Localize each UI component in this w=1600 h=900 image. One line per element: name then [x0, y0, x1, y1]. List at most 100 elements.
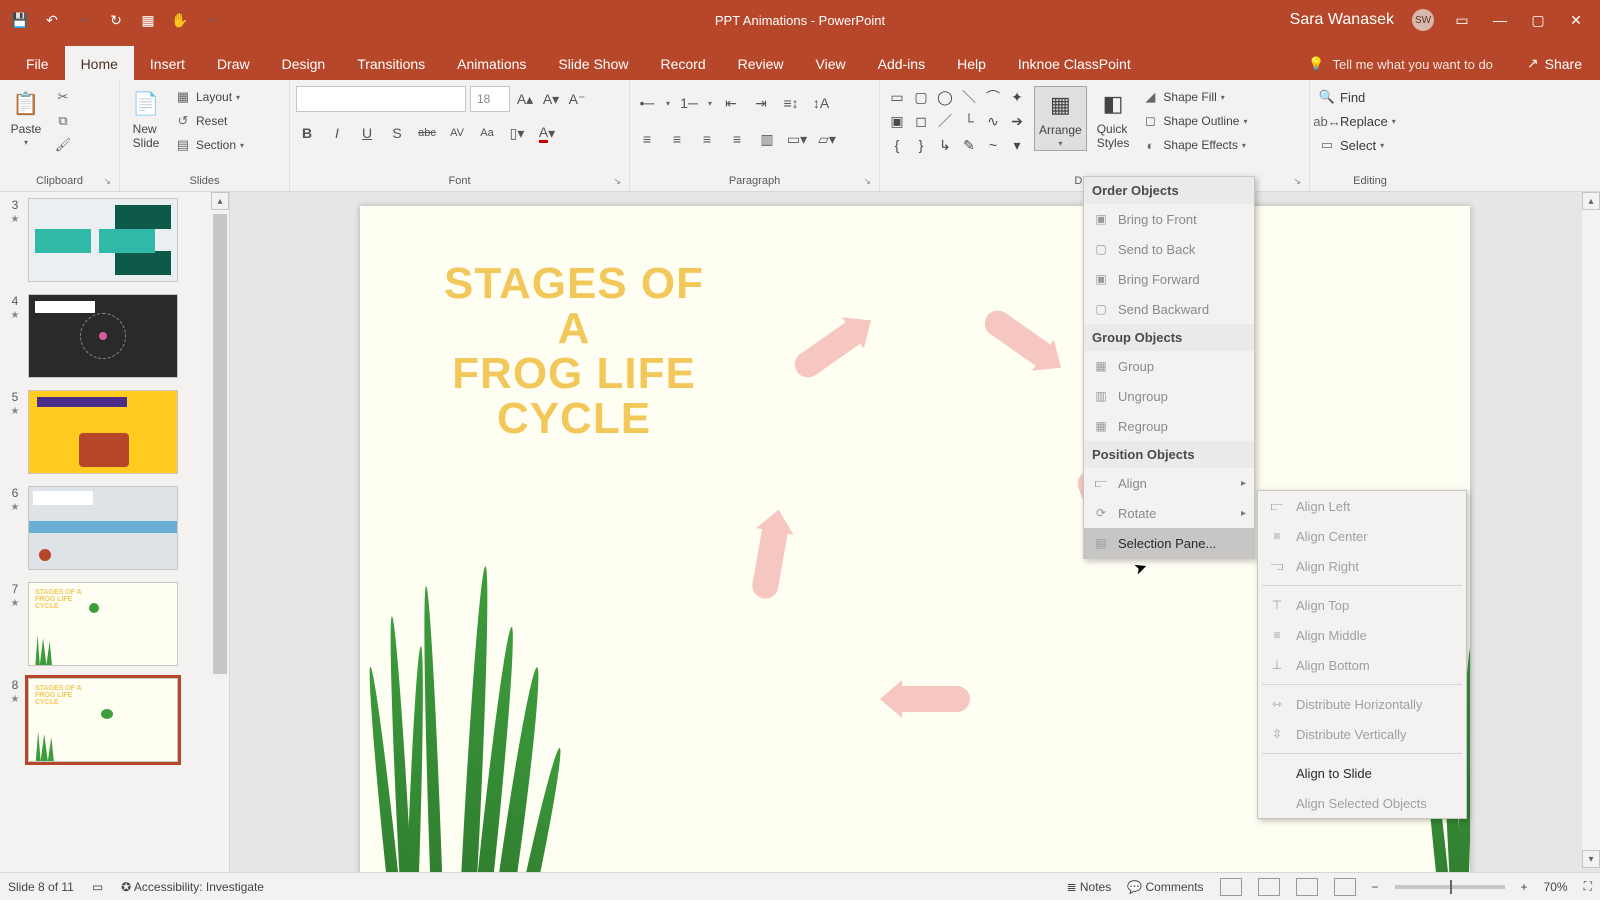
menu-bring-forward[interactable]: ▣Bring Forward — [1084, 264, 1254, 294]
dialog-launcher-icon[interactable]: ↘ — [613, 176, 621, 187]
shape-curve-icon[interactable]: ∿ — [982, 110, 1004, 132]
cut-button[interactable]: ✂ — [52, 86, 74, 108]
menu-distribute-horizontally[interactable]: ⇿Distribute Horizontally — [1258, 689, 1466, 719]
thumbnail-slide-8[interactable]: 8★ STAGES OF AFROG LIFECYCLE — [0, 672, 229, 768]
language-status-icon[interactable]: ▭ — [92, 880, 103, 894]
font-size-input[interactable]: 18 — [470, 86, 510, 112]
slide-title-text[interactable]: STAGES OF A FROG LIFE CYCLE — [424, 262, 724, 442]
tab-home[interactable]: Home — [65, 46, 134, 80]
thumbnail-slide-5[interactable]: 5★ — [0, 384, 229, 480]
underline-button[interactable]: U — [356, 122, 378, 144]
zoom-level[interactable]: 70% — [1544, 880, 1568, 894]
qat-customize-icon[interactable]: ▾ — [202, 10, 222, 30]
menu-align-top[interactable]: ⊤Align Top — [1258, 590, 1466, 620]
menu-send-backward[interactable]: ▢Send Backward — [1084, 294, 1254, 324]
tab-view[interactable]: View — [800, 46, 862, 80]
notes-button[interactable]: ≣ Notes — [1066, 880, 1111, 894]
tab-draw[interactable]: Draw — [201, 46, 266, 80]
menu-rotate[interactable]: ⟳Rotate▸ — [1084, 498, 1254, 528]
shape-line-icon[interactable]: ＼ — [958, 86, 980, 108]
zoom-in-button[interactable]: + — [1521, 880, 1528, 894]
change-case-button[interactable]: Aa — [476, 122, 498, 144]
scroll-up-icon[interactable]: ▴ — [211, 192, 229, 210]
font-color-button[interactable]: A▾ — [536, 122, 558, 144]
tab-inknoe-classpoint[interactable]: Inknoe ClassPoint — [1002, 46, 1147, 80]
shape-scribble-icon[interactable]: ~ — [982, 134, 1004, 156]
shape-connector-icon[interactable]: ↳ — [934, 134, 956, 156]
menu-align-center[interactable]: ≡Align Center — [1258, 521, 1466, 551]
close-icon[interactable]: ✕ — [1566, 10, 1586, 30]
redo-icon[interactable]: ↻ — [106, 10, 126, 30]
copy-button[interactable]: ⧉ — [52, 110, 74, 132]
layout-button[interactable]: ▦Layout▾ — [172, 86, 246, 108]
tab-add-ins[interactable]: Add-ins — [862, 46, 941, 80]
font-name-input[interactable] — [296, 86, 466, 112]
thumbnail-slide-3[interactable]: 3★ — [0, 192, 229, 288]
bold-button[interactable]: B — [296, 122, 318, 144]
shape-elbow-icon[interactable]: └ — [958, 110, 980, 132]
shape-outline-button[interactable]: ◻Shape Outline▾ — [1139, 110, 1249, 132]
shape-more-icon[interactable]: ▾ — [1006, 134, 1028, 156]
shape-brace-icon[interactable]: { — [886, 134, 908, 156]
tab-design[interactable]: Design — [266, 46, 342, 80]
reading-view-icon[interactable] — [1296, 878, 1318, 896]
align-center-button[interactable]: ≡ — [666, 128, 688, 150]
shape-roundrect-icon[interactable]: ▢ — [910, 86, 932, 108]
scroll-track[interactable] — [211, 210, 229, 882]
tab-file[interactable]: File — [10, 46, 65, 80]
menu-align-middle[interactable]: ≡Align Middle — [1258, 620, 1466, 650]
thumbnail-slide-6[interactable]: 6★ — [0, 480, 229, 576]
start-from-beginning-icon[interactable]: ▦ — [138, 10, 158, 30]
shape-rect-icon[interactable]: ▭ — [886, 86, 908, 108]
user-name[interactable]: Sara Wanasek — [1290, 11, 1394, 29]
cycle-arrow-shape[interactable] — [790, 315, 870, 382]
tab-slide-show[interactable]: Slide Show — [542, 46, 644, 80]
shape-callout-icon[interactable]: ◻ — [910, 110, 932, 132]
zoom-out-button[interactable]: − — [1372, 880, 1379, 894]
comments-button[interactable]: 💬 Comments — [1127, 880, 1203, 894]
zoom-slider[interactable] — [1395, 885, 1505, 889]
shape-brace2-icon[interactable]: } — [910, 134, 932, 156]
sorter-view-icon[interactable] — [1258, 878, 1280, 896]
thumbnail-slide-7[interactable]: 7★ STAGES OF AFROG LIFECYCLE — [0, 576, 229, 672]
align-text-button[interactable]: ▭▾ — [786, 128, 808, 150]
dialog-launcher-icon[interactable]: ↘ — [103, 176, 111, 187]
decrease-indent-button[interactable]: ⇤ — [720, 92, 742, 114]
columns-button[interactable]: ▥ — [756, 128, 778, 150]
shape-textbox-icon[interactable]: ▣ — [886, 110, 908, 132]
paste-button[interactable]: 📋 Paste ▾ — [6, 86, 46, 149]
reset-button[interactable]: ↺Reset — [172, 110, 246, 132]
shape-arrow-icon[interactable]: ➔ — [1006, 110, 1028, 132]
scroll-down-icon[interactable]: ▾ — [1582, 850, 1600, 868]
char-spacing-button[interactable]: AV — [446, 122, 468, 144]
avatar[interactable]: SW — [1412, 9, 1434, 31]
new-slide-button[interactable]: 📄 New Slide — [126, 86, 166, 152]
minimize-icon[interactable]: — — [1490, 10, 1510, 30]
decrease-font-icon[interactable]: A▾ — [540, 88, 562, 110]
text-direction-button[interactable]: ↕A — [810, 92, 832, 114]
slideshow-view-icon[interactable] — [1334, 878, 1356, 896]
fit-to-window-icon[interactable]: ⛶ — [1584, 879, 1592, 894]
shapes-gallery[interactable]: ▭ ▢ ◯ ＼ ⌒ ✦ ▣ ◻ ／ └ ∿ ➔ { } ↳ ✎ ~ ▾ — [886, 86, 1028, 156]
shadow-button[interactable]: S — [386, 122, 408, 144]
menu-send-to-back[interactable]: ▢Send to Back — [1084, 234, 1254, 264]
quick-styles-button[interactable]: ◧ Quick Styles — [1093, 86, 1134, 152]
clear-formatting-icon[interactable]: A⁻ — [566, 88, 588, 110]
tab-help[interactable]: Help — [941, 46, 1002, 80]
slide-counter[interactable]: Slide 8 of 11 — [8, 880, 74, 894]
menu-distribute-vertically[interactable]: ⇳Distribute Vertically — [1258, 719, 1466, 749]
shape-line2-icon[interactable]: ／ — [934, 110, 956, 132]
arrange-button[interactable]: ▦ Arrange ▾ — [1034, 86, 1087, 151]
undo-icon[interactable]: ↶ — [42, 10, 62, 30]
scroll-thumb[interactable] — [213, 214, 227, 674]
shape-arc-icon[interactable]: ⌒ — [982, 86, 1004, 108]
scroll-up-icon[interactable]: ▴ — [1582, 192, 1600, 210]
thumbnails-scrollbar[interactable]: ▴ ▾ — [211, 192, 229, 900]
undo-more-icon[interactable]: ▾ — [74, 10, 94, 30]
smartart-button[interactable]: ▱▾ — [816, 128, 838, 150]
increase-font-icon[interactable]: A▴ — [514, 88, 536, 110]
shape-star-icon[interactable]: ✦ — [1006, 86, 1028, 108]
tell-me-search[interactable]: 💡 Tell me what you want to do — [1308, 56, 1493, 80]
highlight-button[interactable]: ▯▾ — [506, 122, 528, 144]
maximize-icon[interactable]: ▢ — [1528, 10, 1548, 30]
